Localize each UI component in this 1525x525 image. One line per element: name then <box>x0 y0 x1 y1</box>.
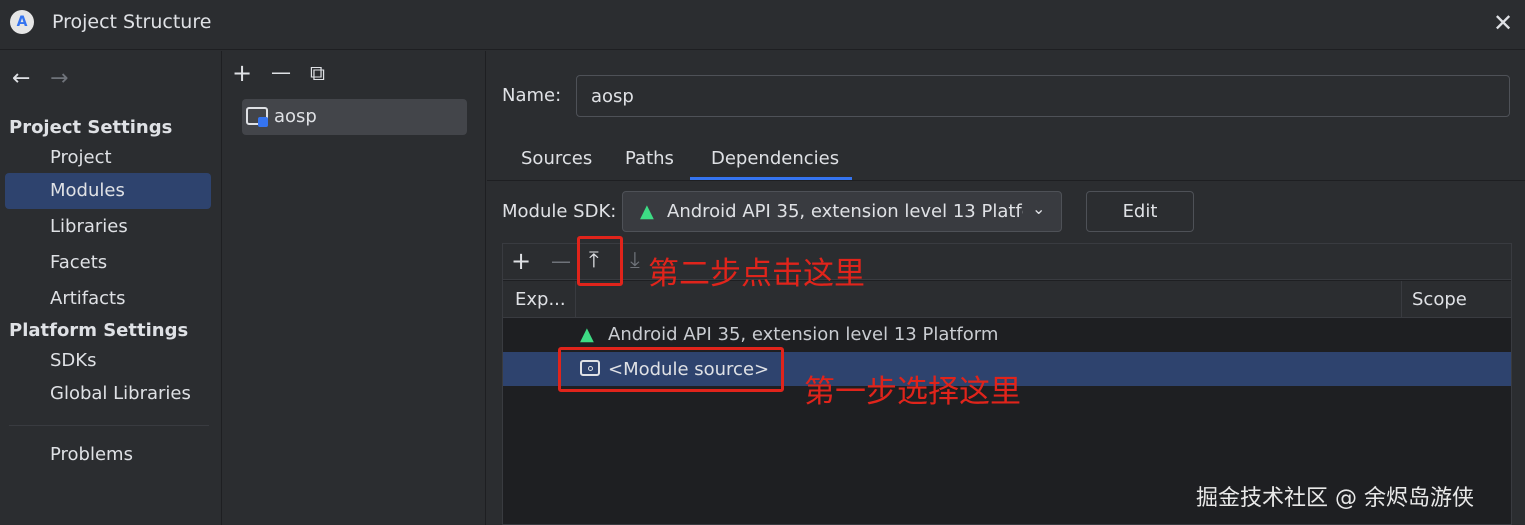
sidebar-item-sdks[interactable]: SDKs <box>5 343 211 379</box>
platform-settings-heading: Platform Settings <box>9 320 189 341</box>
project-settings-heading: Project Settings <box>9 117 173 138</box>
chevron-down-icon: ⌄ <box>1032 199 1046 218</box>
module-sdk-label: Module SDK: <box>502 201 617 222</box>
android-icon: ▲ <box>640 201 654 222</box>
sidebar-item-problems[interactable]: Problems <box>5 437 211 473</box>
remove-dependency-icon[interactable]: — <box>551 249 571 273</box>
remove-module-icon[interactable]: — <box>271 60 291 84</box>
module-item-label: aosp <box>274 106 317 127</box>
window-title: Project Structure <box>52 11 212 33</box>
sidebar-item-project[interactable]: Project <box>5 140 211 176</box>
annotation-box-step2 <box>577 236 623 286</box>
watermark: 掘金技术社区 @ 余烬岛游侠 <box>1196 486 1474 511</box>
module-name-input[interactable] <box>576 75 1510 117</box>
move-down-icon[interactable]: ⤓ <box>630 249 640 273</box>
tab-bar-divider <box>487 180 1525 181</box>
add-dependency-icon[interactable]: + <box>511 249 531 273</box>
export-column-header[interactable]: Exp... <box>515 289 566 310</box>
column-divider[interactable] <box>575 281 576 318</box>
sidebar-item-modules[interactable]: Modules <box>5 173 211 209</box>
column-divider[interactable] <box>1401 281 1402 318</box>
dependency-label: Android API 35, extension level 13 Platf… <box>608 324 999 345</box>
add-module-icon[interactable]: + <box>232 61 252 85</box>
tab-paths[interactable]: Paths <box>625 148 674 169</box>
scope-column-header[interactable]: Scope <box>1412 289 1467 310</box>
tab-sources[interactable]: Sources <box>521 148 592 169</box>
annotation-text-step2: 第二步点击这里 <box>648 256 865 292</box>
forward-arrow-icon[interactable]: → <box>50 66 68 91</box>
name-label: Name: <box>502 85 562 106</box>
copy-module-icon[interactable]: ⧉ <box>310 61 325 85</box>
module-badge-icon <box>258 117 268 127</box>
edit-sdk-button[interactable]: Edit <box>1086 191 1194 232</box>
module-sdk-value: Android API 35, extension level 13 Platf… <box>667 201 1023 222</box>
tab-dependencies[interactable]: Dependencies <box>711 148 839 169</box>
android-studio-logo-icon: A <box>10 10 34 34</box>
sidebar-item-facets[interactable]: Facets <box>5 245 211 281</box>
sidebar-item-libraries[interactable]: Libraries <box>5 209 211 245</box>
sidebar-divider <box>9 425 209 426</box>
title-bar <box>0 0 1525 50</box>
back-arrow-icon[interactable]: ← <box>12 66 30 91</box>
active-tab-indicator <box>690 177 852 180</box>
android-icon: ▲ <box>580 324 594 345</box>
annotation-text-step1: 第一步选择这里 <box>804 374 1021 410</box>
sidebar-item-artifacts[interactable]: Artifacts <box>5 281 211 317</box>
sidebar-item-global-libraries[interactable]: Global Libraries <box>5 376 211 412</box>
close-icon[interactable]: ✕ <box>1488 8 1518 38</box>
annotation-box-step1 <box>558 347 784 392</box>
